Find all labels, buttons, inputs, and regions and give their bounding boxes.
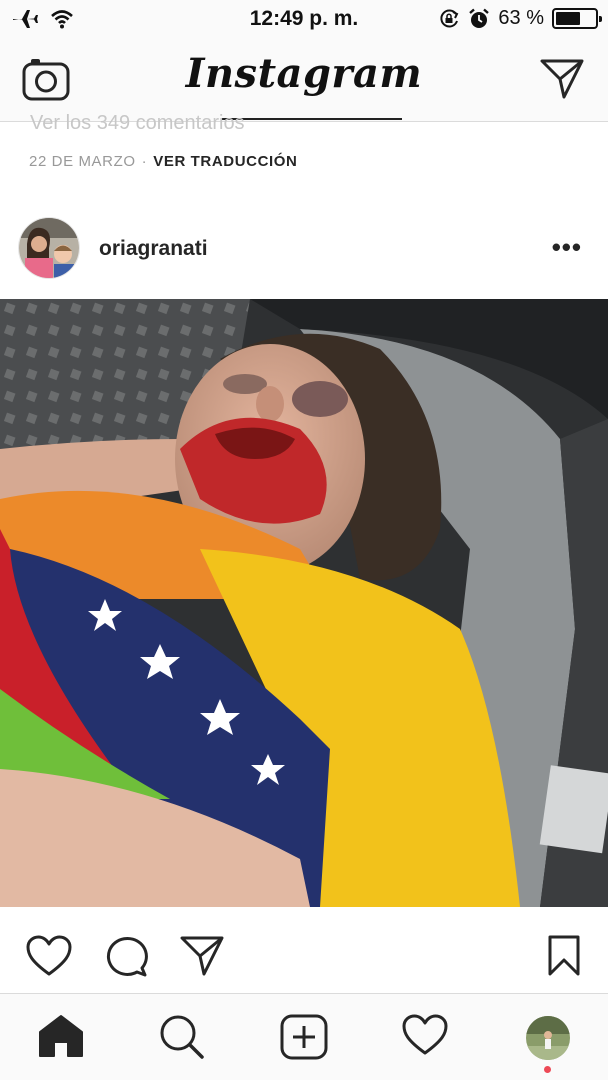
battery-level — [556, 12, 580, 25]
top-navigation: Instagram — [0, 40, 608, 122]
header-underline — [222, 118, 402, 120]
tab-new-post[interactable] — [280, 1014, 328, 1065]
bookmark-icon — [548, 935, 580, 976]
tab-search[interactable] — [159, 1014, 205, 1065]
home-icon — [39, 1015, 83, 1057]
direct-message-button[interactable] — [540, 58, 584, 105]
share-button[interactable] — [180, 935, 224, 982]
view-comments-link[interactable]: Ver los 349 comentarios — [30, 112, 245, 135]
bottom-tab-bar — [0, 993, 608, 1080]
alarm-icon — [469, 8, 490, 28]
tab-home[interactable] — [38, 1014, 84, 1063]
post-header: oriagranati ••• — [0, 210, 608, 300]
like-button[interactable] — [26, 935, 72, 982]
tab-profile[interactable] — [526, 1016, 570, 1060]
instagram-logo: Instagram — [185, 50, 423, 97]
post-actions — [0, 907, 608, 997]
post-username[interactable]: oriagranati — [99, 237, 208, 261]
post-photo[interactable] — [0, 299, 608, 907]
add-post-icon — [280, 1014, 328, 1060]
avatar[interactable] — [18, 217, 80, 279]
comment-icon — [106, 936, 148, 977]
comment-button[interactable] — [104, 935, 148, 982]
rotation-lock-icon — [440, 9, 459, 27]
post-date: 22 DE MARZO — [29, 153, 136, 170]
notification-dot — [544, 1066, 551, 1073]
battery-percent: 63 % — [498, 7, 544, 29]
status-right: 63 % — [438, 7, 602, 30]
share-icon — [180, 936, 224, 976]
tab-activity[interactable] — [402, 1014, 448, 1061]
more-options-button[interactable]: ••• — [552, 234, 582, 260]
heart-icon — [26, 935, 72, 976]
battery-icon — [552, 8, 602, 29]
profile-avatar — [526, 1016, 570, 1060]
activity-heart-icon — [402, 1014, 448, 1055]
status-bar: 12:49 p. m. 63 % — [0, 0, 608, 40]
direct-message-icon — [540, 59, 584, 99]
search-icon — [160, 1015, 204, 1059]
previous-post-meta: 22 DE MARZO · VER TRADUCCIÓN — [29, 153, 297, 170]
see-translation-link[interactable]: VER TRADUCCIÓN — [153, 153, 297, 170]
save-button[interactable] — [548, 935, 580, 982]
meta-separator: · — [141, 153, 148, 170]
